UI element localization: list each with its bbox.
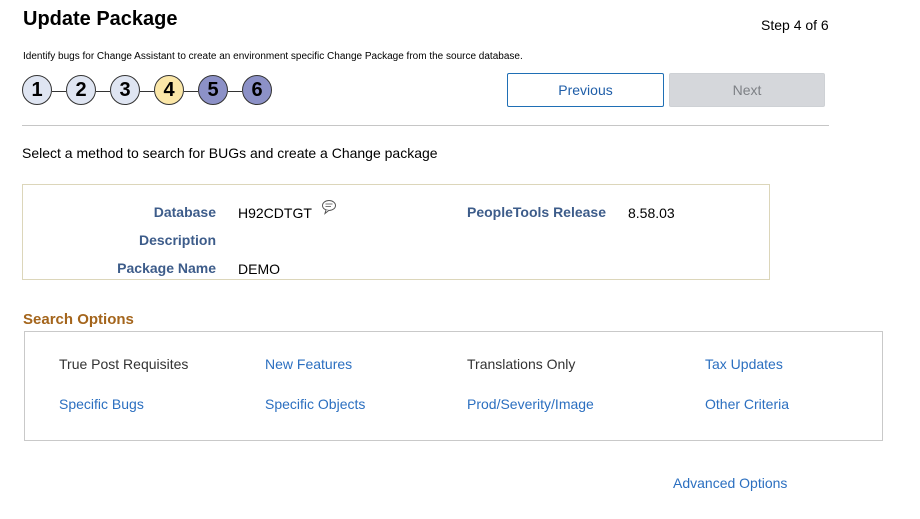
step-connector xyxy=(184,91,198,92)
other-criteria-link[interactable]: Other Criteria xyxy=(705,396,789,412)
step-connector xyxy=(52,91,66,92)
step-train: 1 2 3 4 5 6 xyxy=(22,75,278,109)
description-label: Description xyxy=(138,232,216,248)
divider xyxy=(22,125,829,126)
instructions-text: Identify bugs for Change Assistant to cr… xyxy=(23,51,523,62)
comment-bubble-icon[interactable] xyxy=(321,199,337,220)
package-name-label: Package Name xyxy=(117,260,216,276)
true-post-requisites-option: True Post Requisites xyxy=(59,356,189,372)
tools-release-value: 8.58.03 xyxy=(628,205,675,221)
step-indicator: Step 4 of 6 xyxy=(761,17,829,33)
package-name-value: DEMO xyxy=(238,261,280,277)
database-value: H92CDTGT xyxy=(238,205,312,221)
step-4-current[interactable]: 4 xyxy=(154,75,184,105)
specific-bugs-link[interactable]: Specific Bugs xyxy=(59,396,144,412)
search-options-title: Search Options xyxy=(23,311,134,328)
next-button: Next xyxy=(669,73,825,107)
specific-objects-link[interactable]: Specific Objects xyxy=(265,396,365,412)
page-title: Update Package xyxy=(23,8,178,30)
prod-severity-image-link[interactable]: Prod/Severity/Image xyxy=(467,396,594,412)
tax-updates-link[interactable]: Tax Updates xyxy=(705,356,783,372)
tools-release-label: PeopleTools Release xyxy=(466,204,606,220)
method-prompt: Select a method to search for BUGs and c… xyxy=(22,145,438,161)
step-1[interactable]: 1 xyxy=(22,75,52,105)
step-2[interactable]: 2 xyxy=(66,75,96,105)
step-6[interactable]: 6 xyxy=(242,75,272,105)
database-details-panel: Database H92CDTGT Description Package Na… xyxy=(22,184,770,280)
step-connector xyxy=(228,91,242,92)
search-options-panel: True Post Requisites New Features Transl… xyxy=(24,331,883,441)
database-label: Database xyxy=(153,204,216,220)
advanced-options-link[interactable]: Advanced Options xyxy=(673,475,787,491)
step-5[interactable]: 5 xyxy=(198,75,228,105)
previous-button[interactable]: Previous xyxy=(507,73,664,107)
translations-only-option: Translations Only xyxy=(467,356,576,372)
new-features-link[interactable]: New Features xyxy=(265,356,352,372)
step-connector xyxy=(96,91,110,92)
step-connector xyxy=(140,91,154,92)
step-3[interactable]: 3 xyxy=(110,75,140,105)
